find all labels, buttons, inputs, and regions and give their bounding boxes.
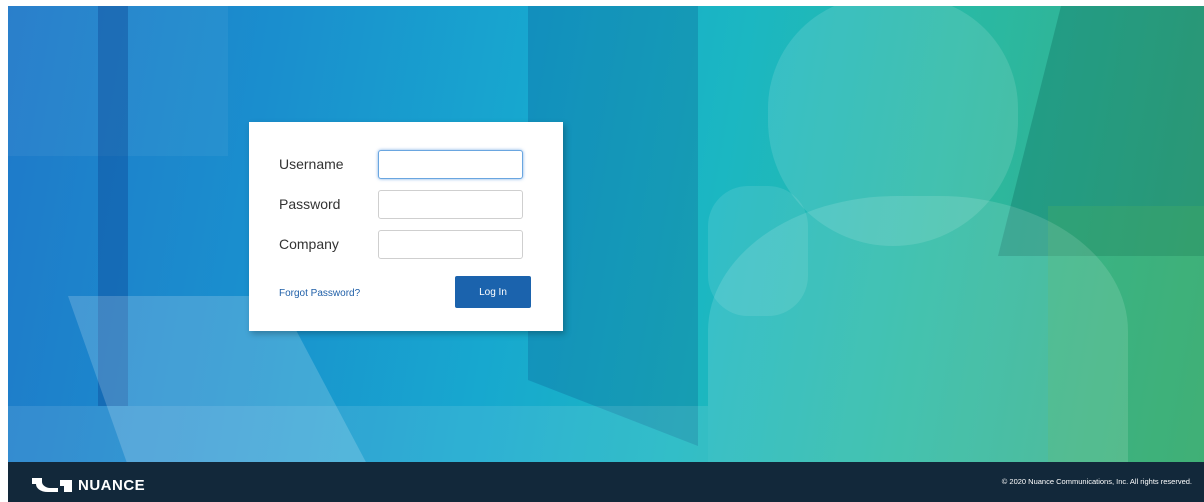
password-row: Password bbox=[279, 190, 525, 220]
login-card: Username Password Company Forgot Passwor… bbox=[249, 122, 563, 331]
bg-person-head bbox=[768, 6, 1018, 246]
bg-person-hand bbox=[708, 186, 808, 316]
username-input[interactable] bbox=[378, 150, 523, 179]
footer-bar: NUANCE © 2020 Nuance Communications, Inc… bbox=[8, 462, 1204, 502]
username-row: Username bbox=[279, 150, 525, 180]
nuance-logo-icon bbox=[32, 478, 72, 492]
background-image bbox=[8, 6, 1204, 502]
brand-logo: NUANCE bbox=[30, 475, 145, 495]
password-label: Password bbox=[279, 196, 341, 212]
brand-name: NUANCE bbox=[78, 476, 146, 494]
forgot-password-link[interactable]: Forgot Password? bbox=[279, 288, 360, 299]
copyright-text: © 2020 Nuance Communications, Inc. All r… bbox=[1001, 477, 1192, 486]
login-button[interactable]: Log In bbox=[455, 276, 531, 308]
company-input[interactable] bbox=[378, 230, 523, 259]
company-label: Company bbox=[279, 236, 339, 252]
username-label: Username bbox=[279, 156, 344, 172]
company-row: Company bbox=[279, 230, 525, 260]
password-input[interactable] bbox=[378, 190, 523, 219]
